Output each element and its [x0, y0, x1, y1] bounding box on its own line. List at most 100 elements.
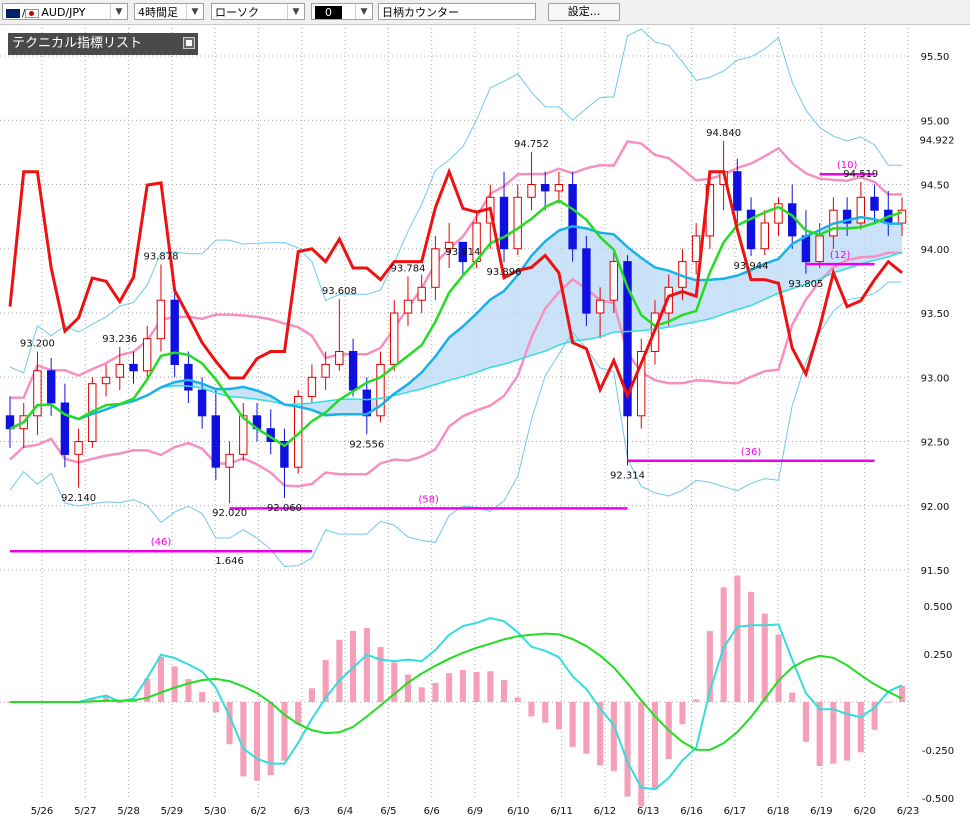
japan-flag-icon [25, 8, 40, 18]
restore-icon[interactable] [183, 37, 195, 49]
date-tick-label: 6/10 [507, 806, 529, 817]
settings-button[interactable]: 設定... [548, 3, 620, 21]
macd-histogram-bar [638, 702, 645, 807]
date-tick-label: 6/19 [810, 806, 832, 817]
date-tick-label: 6/3 [294, 806, 310, 817]
candle-body [417, 286, 426, 301]
macd-histogram-bar [487, 671, 494, 702]
date-tick-label: 5/30 [204, 806, 226, 817]
chart-style-select[interactable]: ローソク ▼ [211, 3, 305, 20]
macd-histogram-bar [542, 702, 549, 723]
price-tick-label: 93.00 [921, 373, 950, 384]
macd-histogram-bar [583, 702, 590, 754]
chevron-down-icon[interactable]: ▼ [287, 4, 304, 19]
macd-histogram-bar [501, 680, 508, 702]
macd-histogram-bar [844, 702, 851, 761]
candle-body [101, 376, 111, 385]
toolbar: / AUD/JPY ▼ 4時間足 ▼ ローソク ▼ 0 ▼ 日柄カウンター 設定.… [0, 0, 970, 25]
price-label: 92.314 [610, 470, 645, 481]
date-tick-label: 6/17 [724, 806, 746, 817]
candle-body [499, 196, 509, 250]
counter-label-field[interactable]: 日柄カウンター [378, 3, 536, 20]
timeframe-select[interactable]: 4時間足 ▼ [134, 3, 204, 20]
candle-body [115, 363, 124, 378]
candle-body [156, 299, 166, 340]
macd-histogram-bar [336, 639, 343, 702]
candle-body [513, 196, 522, 250]
macd-histogram-bar [679, 702, 686, 725]
macd-histogram-bar [514, 697, 521, 702]
date-tick-label: 6/16 [680, 806, 702, 817]
date-tick-label: 5/26 [31, 806, 53, 817]
price-label: 94.840 [706, 128, 741, 139]
macd-histogram-bar [377, 647, 384, 702]
date-tick-label: 6/12 [594, 806, 616, 817]
date-tick-label: 6/18 [767, 806, 789, 817]
price-tick-label: 95.00 [921, 116, 950, 127]
macd-histogram-bar [748, 591, 755, 702]
price-label: 92.020 [212, 508, 247, 519]
moving-averages [8, 167, 903, 448]
candle-body [335, 351, 344, 365]
candle-body [856, 196, 865, 224]
price-label: 93.914 [445, 247, 480, 258]
candle-body [541, 184, 550, 192]
counter-value-select[interactable]: 0 ▼ [311, 3, 373, 20]
macd-histogram-bar [624, 702, 631, 797]
candle-body [568, 184, 577, 250]
candle-body [239, 415, 248, 455]
price-tick-label: 92.00 [921, 502, 950, 513]
price-label: 93.236 [102, 334, 137, 345]
macd-histogram-bar [199, 691, 206, 702]
macd-histogram-bar [171, 666, 178, 702]
price-chart[interactable]: (46)(58)(36)(12)(10) 93.20092.14093.2369… [0, 24, 970, 822]
date-tick-label: 6/11 [550, 806, 572, 817]
candle-body [403, 299, 413, 314]
macd-histogram-bar [432, 683, 439, 702]
date-tick-label: 5/29 [161, 806, 183, 817]
price-label: 93.200 [20, 339, 55, 350]
price-label: 92.556 [349, 439, 384, 450]
timeframe-label: 4時間足 [138, 6, 178, 19]
macd-histogram-bar [830, 702, 837, 764]
macd-histogram-bar [693, 699, 700, 702]
macd-histogram-bar [789, 692, 796, 702]
candle-body [595, 299, 605, 314]
symbol-select[interactable]: / AUD/JPY ▼ [2, 3, 128, 20]
price-label: 92.140 [61, 493, 96, 504]
price-tick-label: 92.50 [921, 438, 950, 449]
macd-histogram-bar [418, 687, 425, 702]
macd-histogram-bar [761, 613, 768, 702]
candle-body [60, 402, 70, 455]
price-tick-label: 95.50 [921, 52, 950, 63]
chevron-down-icon[interactable]: ▼ [186, 4, 203, 19]
chevron-down-icon[interactable]: ▼ [355, 4, 372, 19]
candle-body [801, 235, 811, 263]
candle-body [691, 235, 701, 263]
date-tick-label: 6/23 [897, 806, 919, 817]
price-label: 1.646 [215, 556, 244, 567]
date-tick-label: 6/9 [467, 806, 483, 817]
date-axis: 5/26 5/27 5/28 5/29 5/30 6/2 6/3 6/4 6/5 6/6 6/9 6/… [31, 806, 919, 817]
macd-histogram-bar [446, 673, 453, 702]
grid [0, 24, 912, 798]
counter-label: (36) [741, 447, 762, 458]
candle-body [609, 261, 618, 301]
price-tick-label: 94.50 [921, 181, 950, 192]
candle-body [307, 376, 317, 398]
macd-histogram-bar [802, 702, 809, 742]
candle-body [197, 389, 207, 417]
macd-histogram-bar [569, 702, 576, 747]
chart-style-label: ローソク [215, 6, 259, 19]
macd-histogram-bar [308, 688, 315, 702]
date-tick-label: 6/4 [337, 806, 353, 817]
price-label: 94.752 [514, 139, 549, 150]
indicator-list-panel[interactable]: テクニカル指標リスト [8, 33, 198, 55]
counter-value: 0 [315, 6, 342, 19]
chevron-down-icon[interactable]: ▼ [110, 4, 127, 19]
date-tick-label: 6/2 [250, 806, 266, 817]
macd-histogram-bar [254, 702, 261, 781]
macd-histogram-bar [857, 702, 864, 753]
current-price-label: 94.922 [920, 135, 955, 146]
candle-body [321, 363, 330, 378]
